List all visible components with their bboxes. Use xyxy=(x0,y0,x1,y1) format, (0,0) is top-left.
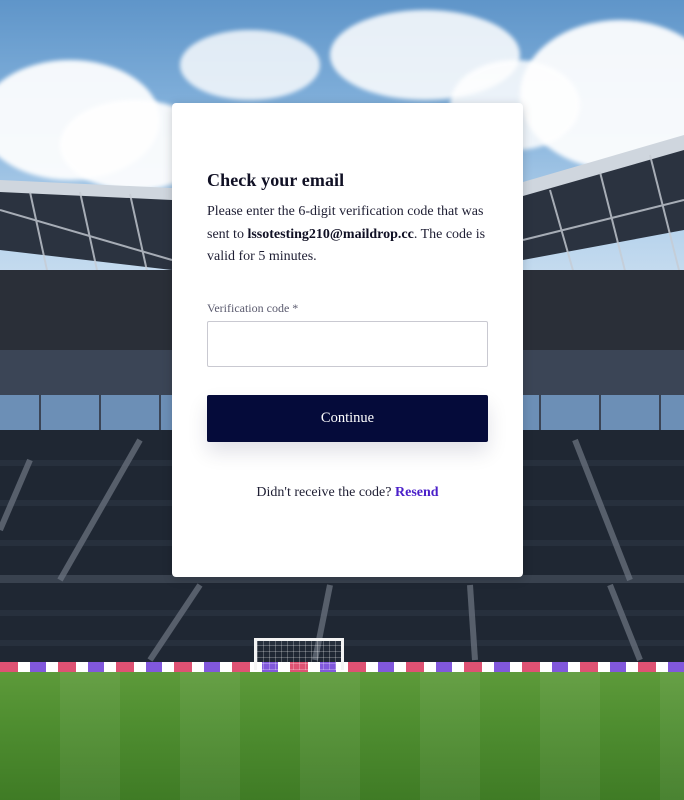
required-marker: * xyxy=(292,301,299,315)
verification-code-label: Verification code * xyxy=(207,301,298,316)
resend-row: Didn't receive the code? Resend xyxy=(172,485,523,501)
continue-button[interactable]: Continue xyxy=(207,395,488,442)
verification-card: Check your email Please enter the 6-digi… xyxy=(172,103,523,577)
pitch xyxy=(0,672,684,800)
resend-link[interactable]: Resend xyxy=(395,485,439,500)
verification-code-label-text: Verification code xyxy=(207,301,290,315)
instruction-text: Please enter the 6-digit verification co… xyxy=(207,201,497,269)
page-title: Check your email xyxy=(207,170,345,190)
verification-code-input[interactable] xyxy=(207,321,488,367)
email-address: lssotesting210@maildrop.cc xyxy=(247,226,414,242)
goal-net xyxy=(254,638,344,670)
resend-prompt: Didn't receive the code? xyxy=(256,485,392,500)
